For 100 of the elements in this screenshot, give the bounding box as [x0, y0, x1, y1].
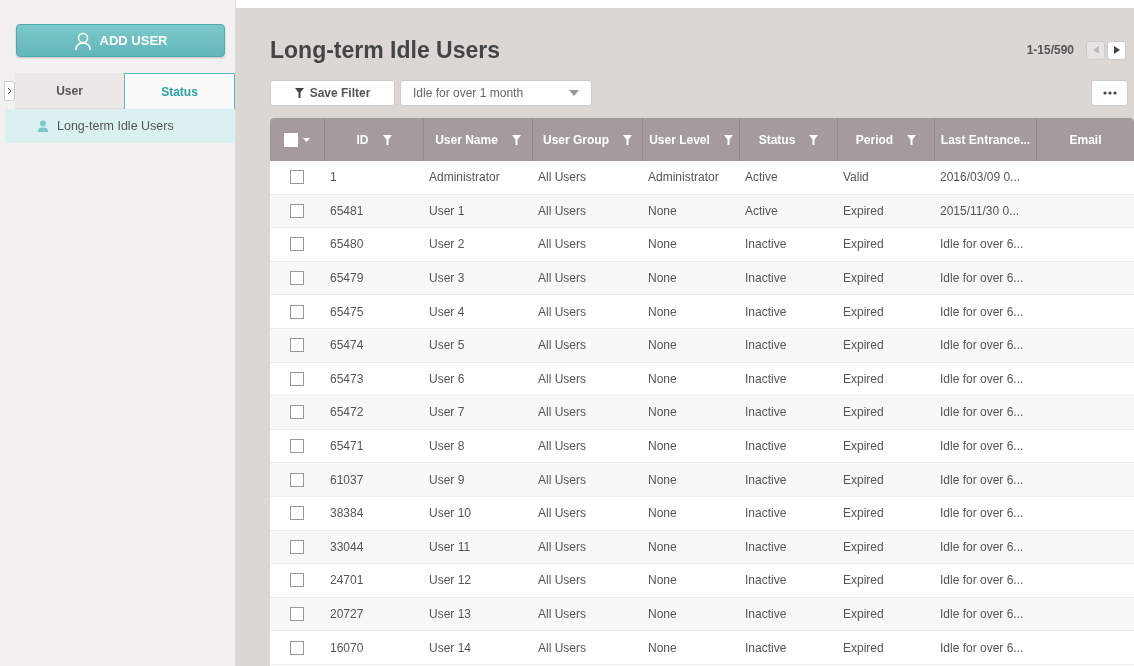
- table-cell: 65472: [330, 405, 364, 420]
- checkbox[interactable]: [289, 506, 304, 521]
- table-cell: Inactive: [745, 237, 787, 252]
- table-cell: Inactive: [745, 640, 787, 655]
- table-cell: Expired: [843, 506, 884, 521]
- filter-icon: [294, 88, 304, 98]
- table-cell: User 2: [429, 237, 465, 252]
- table-cell: All Users: [538, 304, 586, 319]
- table-cell: 65479: [330, 271, 364, 286]
- column-header[interactable]: Last Entrance...: [940, 132, 1031, 147]
- table-cell: Idle for over 6...: [940, 607, 1024, 621]
- sidebar-tab[interactable]: Status: [124, 73, 235, 109]
- checkbox[interactable]: [289, 271, 304, 286]
- filter-icon[interactable]: [907, 134, 917, 145]
- filter-icon[interactable]: [723, 134, 733, 145]
- table-cell: Inactive: [745, 539, 787, 554]
- table-cell: None: [648, 271, 677, 286]
- checkbox[interactable]: [289, 472, 304, 487]
- table-cell: Expired: [843, 439, 884, 454]
- table-cell: All Users: [538, 170, 586, 185]
- table-cell: Expired: [843, 472, 884, 487]
- checkbox[interactable]: [289, 371, 304, 386]
- table-cell: All Users: [538, 607, 586, 621]
- table-cell: None: [648, 506, 677, 521]
- caret-icon: [569, 90, 579, 96]
- table-cell: Inactive: [745, 405, 787, 420]
- checkbox[interactable]: [289, 304, 304, 319]
- table-cell: None: [648, 539, 677, 554]
- table-cell: All Users: [538, 371, 586, 386]
- column-header[interactable]: Email: [1069, 132, 1102, 147]
- checkbox[interactable]: [289, 539, 304, 554]
- add-user-button[interactable]: ADD USER: [16, 24, 225, 57]
- table-cell: Inactive: [745, 439, 787, 454]
- checkbox[interactable]: [289, 338, 304, 353]
- checkbox[interactable]: [289, 203, 304, 218]
- table-cell: 65481: [330, 203, 364, 218]
- column-header[interactable]: Period: [855, 132, 894, 147]
- table-cell: User 10: [429, 506, 472, 521]
- sidebar-tab[interactable]: User: [15, 73, 124, 109]
- table-cell: None: [648, 338, 677, 353]
- table-cell: Idle for over 6...: [940, 405, 1024, 420]
- table-cell: None: [648, 371, 677, 386]
- column-header[interactable]: ID: [356, 132, 369, 147]
- table-cell: User 3: [429, 271, 465, 286]
- caret-icon[interactable]: [303, 137, 310, 142]
- table-cell: None: [648, 439, 677, 454]
- table-cell: Expired: [843, 338, 884, 353]
- table-cell: All Users: [538, 472, 586, 487]
- checkbox[interactable]: [289, 607, 304, 621]
- table-cell: User 1: [429, 203, 465, 218]
- expand-icon[interactable]: [4, 81, 15, 101]
- checkbox[interactable]: [289, 405, 304, 420]
- table-cell: All Users: [538, 573, 586, 588]
- table-cell: User 13: [429, 607, 472, 621]
- more-button[interactable]: [1091, 80, 1128, 106]
- checkbox[interactable]: [289, 170, 304, 185]
- table-cell: Idle for over 6...: [940, 506, 1024, 521]
- table-cell: Idle for over 6...: [940, 304, 1024, 319]
- page-range: 1-15/590: [1026, 43, 1074, 57]
- column-header[interactable]: User Level: [649, 132, 710, 147]
- column-header[interactable]: User Name: [435, 132, 498, 147]
- table-cell: All Users: [538, 203, 586, 218]
- table-cell: Inactive: [745, 472, 787, 487]
- filter-icon[interactable]: [382, 134, 392, 145]
- checkbox[interactable]: [289, 640, 304, 655]
- user-icon: [73, 31, 92, 50]
- table-cell: Active: [745, 170, 778, 185]
- table-cell: Inactive: [745, 371, 787, 386]
- table-cell: Expired: [843, 371, 884, 386]
- checkbox[interactable]: [289, 573, 304, 588]
- next-page-button[interactable]: [1107, 40, 1126, 60]
- table-cell: User 9: [429, 472, 465, 487]
- table-cell: 2015/11/30 0...: [940, 203, 1020, 218]
- filter-icon[interactable]: [511, 134, 521, 145]
- table-cell: Idle for over 6...: [940, 573, 1024, 588]
- filter-icon[interactable]: [809, 134, 819, 145]
- table-cell: Expired: [843, 271, 884, 286]
- table-cell: 65475: [330, 304, 364, 319]
- column-header[interactable]: Status: [758, 132, 796, 147]
- period-dropdown[interactable]: Idle for over 1 month: [400, 80, 592, 106]
- table-cell: Idle for over 6...: [940, 371, 1024, 386]
- save-filter-button[interactable]: Save Filter: [270, 80, 395, 106]
- table-cell: 65480: [330, 237, 364, 252]
- table-cell: Inactive: [745, 304, 787, 319]
- table-cell: 16070: [330, 640, 364, 655]
- table-cell: Expired: [843, 607, 884, 621]
- table-cell: None: [648, 607, 677, 621]
- checkbox[interactable]: [289, 237, 304, 252]
- filter-icon[interactable]: [623, 134, 632, 145]
- table-cell: All Users: [538, 506, 586, 521]
- column-header[interactable]: User Group: [543, 132, 609, 147]
- table-cell: None: [648, 203, 677, 218]
- page-title: Long-term Idle Users: [270, 36, 501, 64]
- table-cell: Idle for over 6...: [940, 439, 1024, 454]
- table-cell: Idle for over 6...: [940, 539, 1024, 554]
- sidebar-item[interactable]: Long-term Idle Users: [5, 109, 235, 143]
- checkbox[interactable]: [289, 439, 304, 454]
- table-cell: 24701: [330, 573, 364, 588]
- table-cell: 1: [330, 170, 337, 185]
- right-arrow-icon: [1113, 46, 1120, 54]
